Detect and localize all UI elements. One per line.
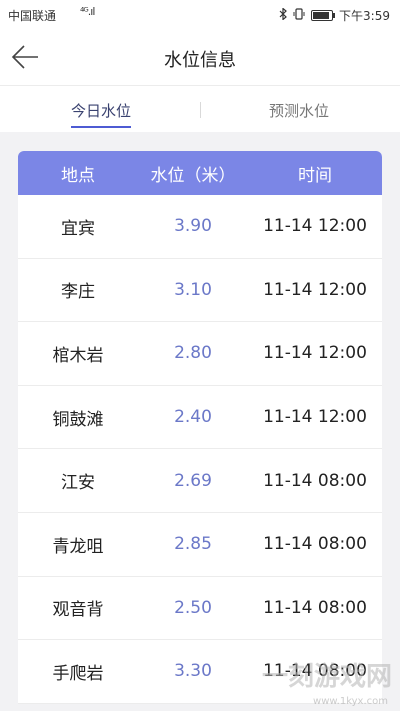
table-row[interactable]: 江安 2.69 11-14 08:00 bbox=[18, 449, 382, 513]
table-row[interactable]: 青龙咀 2.85 11-14 08:00 bbox=[18, 513, 382, 577]
row-location: 手爬岩 bbox=[52, 663, 104, 684]
row-level: 2.69 bbox=[174, 470, 212, 491]
row-time: 11-14 08:00 bbox=[263, 597, 367, 618]
table-row[interactable]: 观音背 2.50 11-14 08:00 bbox=[18, 577, 382, 641]
nav-bar: 水位信息 bbox=[0, 30, 400, 85]
status-bar: 中国联通 ⁴ᴳ.ıl 下午3:59 bbox=[0, 0, 400, 30]
row-time: 11-14 08:00 bbox=[263, 470, 367, 491]
tab-forecast-level[interactable]: 预测水位 bbox=[269, 100, 329, 121]
tab-active-indicator bbox=[71, 126, 131, 128]
vibrate-icon bbox=[293, 8, 305, 23]
table-row[interactable]: 宜宾 3.90 11-14 12:00 bbox=[18, 195, 382, 259]
battery-icon bbox=[311, 10, 336, 21]
tab-bar: 今日水位 预测水位 bbox=[0, 85, 400, 132]
tab-today-level[interactable]: 今日水位 bbox=[71, 100, 131, 121]
status-time: 下午3:59 bbox=[339, 9, 390, 23]
watermark-logo: 一刻游戏网 bbox=[261, 662, 392, 692]
row-time: 11-14 08:00 bbox=[263, 534, 367, 555]
row-location: 江安 bbox=[61, 473, 95, 494]
header-time: 时间 bbox=[298, 165, 332, 186]
row-level: 2.85 bbox=[174, 534, 212, 555]
table-row[interactable]: 铜鼓滩 2.40 11-14 12:00 bbox=[18, 386, 382, 450]
row-location: 铜鼓滩 bbox=[52, 409, 104, 430]
battery-fill bbox=[313, 12, 330, 19]
status-right: 下午3:59 bbox=[279, 7, 390, 24]
tab-divider bbox=[200, 102, 201, 118]
header-location: 地点 bbox=[61, 165, 95, 186]
table-body: 宜宾 3.90 11-14 12:00 李庄 3.10 11-14 12:00 棺木岩 2.8… bbox=[18, 195, 382, 704]
row-location: 李庄 bbox=[61, 282, 95, 303]
row-location: 青龙咀 bbox=[52, 536, 104, 557]
carrier-label: 中国联通 bbox=[8, 9, 57, 23]
row-level: 3.90 bbox=[174, 216, 212, 237]
row-time: 11-14 12:00 bbox=[263, 407, 367, 428]
signal-icon: ⁴ᴳ.ıl bbox=[80, 5, 95, 18]
water-level-table: 地点 水位（米） 时间 宜宾 3.90 11-14 12:00 李庄 3.10 11-14… bbox=[18, 151, 382, 704]
row-level: 2.50 bbox=[174, 597, 212, 618]
header-level: 水位（米） bbox=[150, 165, 236, 186]
table-header: 地点 水位（米） 时间 bbox=[18, 151, 382, 195]
row-time: 11-14 12:00 bbox=[263, 279, 367, 300]
row-time: 11-14 12:00 bbox=[263, 216, 367, 237]
row-level: 2.80 bbox=[174, 343, 212, 364]
page-title: 水位信息 bbox=[164, 50, 236, 71]
row-location: 宜宾 bbox=[61, 218, 95, 239]
row-location: 观音背 bbox=[52, 600, 104, 621]
row-level: 3.30 bbox=[174, 661, 212, 682]
row-level: 3.10 bbox=[174, 279, 212, 300]
table-row[interactable]: 棺木岩 2.80 11-14 12:00 bbox=[18, 322, 382, 386]
bluetooth-icon bbox=[279, 7, 287, 23]
row-level: 2.40 bbox=[174, 407, 212, 428]
watermark-url: www.1kyx.com bbox=[313, 696, 388, 707]
table-row[interactable]: 李庄 3.10 11-14 12:00 bbox=[18, 259, 382, 323]
row-location: 棺木岩 bbox=[52, 345, 104, 366]
row-time: 11-14 12:00 bbox=[263, 343, 367, 364]
